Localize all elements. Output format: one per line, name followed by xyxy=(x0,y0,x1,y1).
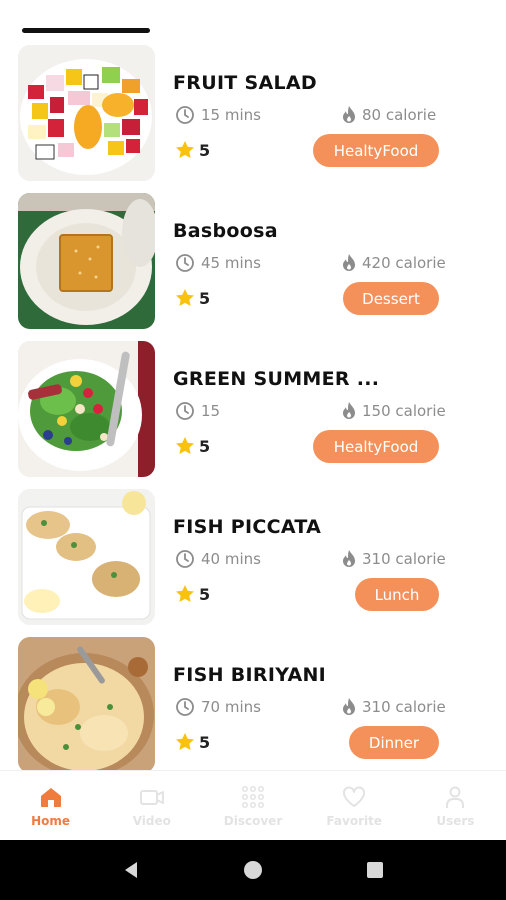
calorie-value: 80 calorie xyxy=(362,106,437,124)
nav-users[interactable]: Users xyxy=(405,771,506,840)
recipe-title[interactable]: FRUIT SALAD xyxy=(173,72,317,94)
rating: 5 xyxy=(175,732,210,752)
rating: 5 xyxy=(175,584,210,604)
rating: 5 xyxy=(175,288,210,308)
calories: 310 calorie xyxy=(340,549,446,569)
calories: 80 calorie xyxy=(340,105,436,125)
recipe-image[interactable] xyxy=(18,45,155,181)
rating: 5 xyxy=(175,436,210,456)
time-value: 70 mins xyxy=(201,698,261,716)
prep-time: 15 mins xyxy=(175,105,261,125)
recipe-title[interactable]: FISH PICCATA xyxy=(173,516,321,538)
system-home-button[interactable] xyxy=(223,840,283,900)
star-icon xyxy=(176,289,194,306)
user-icon xyxy=(446,786,465,808)
rating-value: 5 xyxy=(199,288,211,308)
rating: 5 xyxy=(175,140,210,160)
system-navigation-bar xyxy=(0,840,506,900)
rating-value: 5 xyxy=(199,584,211,604)
flame-icon xyxy=(343,106,355,123)
prep-time: 45 mins xyxy=(175,253,261,273)
system-back-button[interactable] xyxy=(101,840,161,900)
flame-icon xyxy=(343,698,355,715)
calorie-value: 310 calorie xyxy=(362,550,446,568)
nav-favorite-label: Favorite xyxy=(326,813,382,828)
recipe-image[interactable] xyxy=(18,489,155,625)
video-icon xyxy=(139,789,164,805)
star-icon xyxy=(176,437,194,454)
time-value: 40 mins xyxy=(201,550,261,568)
category-tag[interactable]: HealtyFood xyxy=(313,134,439,167)
heart-icon xyxy=(343,785,366,807)
nav-video[interactable]: Video xyxy=(101,771,202,840)
flame-icon xyxy=(343,550,355,567)
nav-home-label: Home xyxy=(31,813,71,828)
prep-time: 15 xyxy=(175,401,220,421)
clock-icon xyxy=(176,254,194,272)
recipe-image[interactable] xyxy=(18,193,155,329)
system-recents-button[interactable] xyxy=(345,840,405,900)
star-icon xyxy=(176,733,194,750)
bottom-navigation: Home Video Discover Favorite Users xyxy=(0,770,506,840)
discover-grid-icon xyxy=(241,785,265,808)
calories: 420 calorie xyxy=(340,253,446,273)
recipe-card-green-summer[interactable]: GREEN SUMMER ... 15 150 calorie 5 Healty… xyxy=(18,341,488,477)
nav-favorite[interactable]: Favorite xyxy=(304,771,405,840)
calorie-value: 150 calorie xyxy=(362,402,446,420)
recipe-card-fish-piccata[interactable]: FISH PICCATA 40 mins 310 calorie 5 Lunch xyxy=(18,489,488,625)
back-triangle-icon xyxy=(125,862,137,878)
home-circle-icon xyxy=(244,861,262,879)
recipe-card-fruit-salad[interactable]: FRUIT SALAD 15 mins 80 calorie 5 HealtyF… xyxy=(18,45,488,181)
rating-value: 5 xyxy=(199,436,211,456)
star-icon xyxy=(176,585,194,602)
nav-video-label: Video xyxy=(132,813,171,828)
calorie-value: 420 calorie xyxy=(362,254,446,272)
recipe-image[interactable] xyxy=(18,341,155,477)
category-tag[interactable]: Dessert xyxy=(343,282,439,315)
time-value: 15 xyxy=(201,402,221,420)
star-icon xyxy=(176,141,194,158)
calorie-value: 310 calorie xyxy=(362,698,446,716)
flame-icon xyxy=(343,254,355,271)
previous-item-edge xyxy=(22,28,150,33)
recipe-card-fish-biriyani[interactable]: FISH BIRIYANI 70 mins 310 calorie 5 Dinn… xyxy=(18,637,488,773)
category-tag[interactable]: Lunch xyxy=(355,578,439,611)
prep-time: 40 mins xyxy=(175,549,261,569)
clock-icon xyxy=(176,106,194,124)
clock-icon xyxy=(176,698,194,716)
recipe-image[interactable] xyxy=(18,637,155,773)
rating-value: 5 xyxy=(199,732,211,752)
nav-discover-label: Discover xyxy=(223,813,283,828)
recipe-title[interactable]: FISH BIRIYANI xyxy=(173,664,326,686)
recipe-card-basboosa[interactable]: Basboosa 45 mins 420 calorie 5 Dessert xyxy=(18,193,488,329)
nav-users-label: Users xyxy=(436,813,475,828)
category-tag[interactable]: HealtyFood xyxy=(313,430,439,463)
nav-home[interactable]: Home xyxy=(0,771,101,840)
prep-time: 70 mins xyxy=(175,697,261,717)
calories: 150 calorie xyxy=(340,401,446,421)
clock-icon xyxy=(176,402,194,420)
nav-discover[interactable]: Discover xyxy=(202,771,303,840)
calories: 310 calorie xyxy=(340,697,446,717)
time-value: 45 mins xyxy=(201,254,261,272)
flame-icon xyxy=(343,402,355,419)
category-tag[interactable]: Dinner xyxy=(349,726,439,759)
clock-icon xyxy=(176,550,194,568)
rating-value: 5 xyxy=(199,140,211,160)
home-icon xyxy=(40,787,61,807)
recipe-title[interactable]: GREEN SUMMER ... xyxy=(173,368,379,390)
recents-square-icon xyxy=(367,862,383,878)
recipe-title[interactable]: Basboosa xyxy=(173,220,278,242)
time-value: 15 mins xyxy=(201,106,261,124)
